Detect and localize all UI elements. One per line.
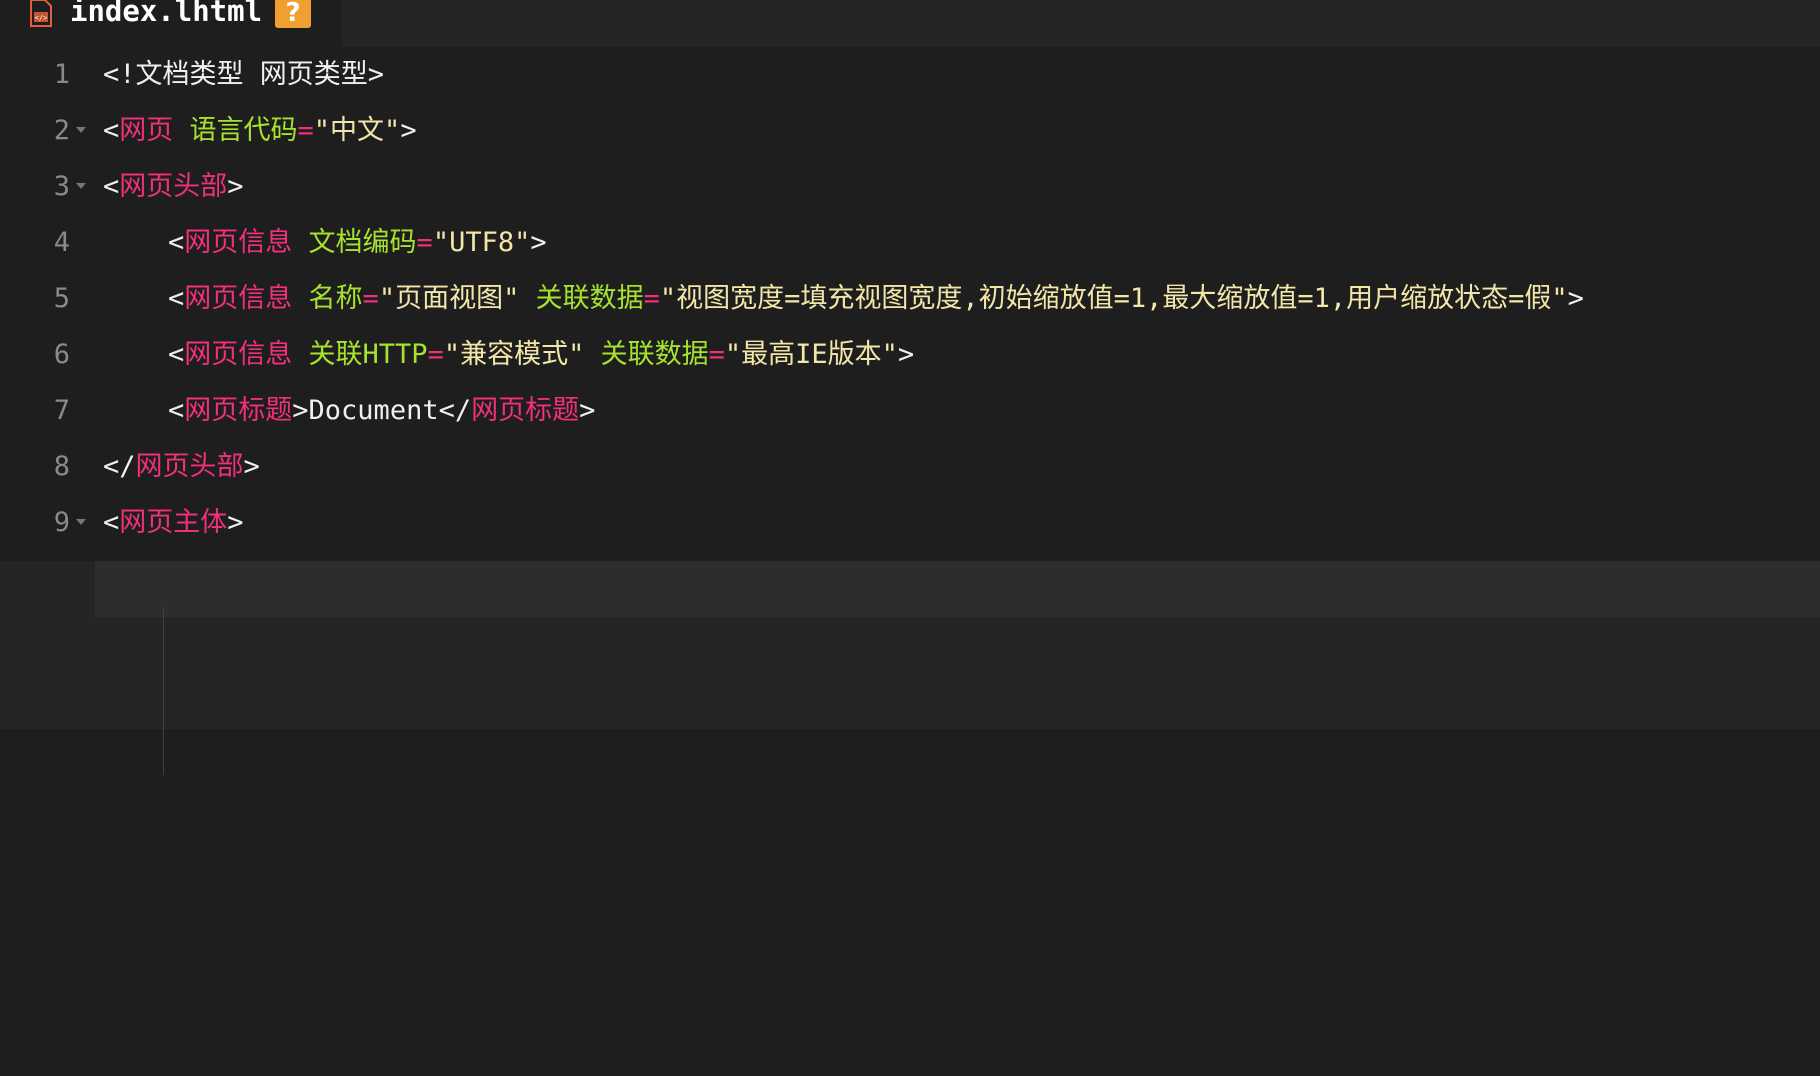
attr-value: "UTF8" bbox=[432, 227, 531, 258]
line-number: 7 bbox=[53, 395, 70, 426]
line-number: 1 bbox=[53, 59, 70, 90]
tag-bracket: < bbox=[103, 339, 185, 370]
code-line: 6 <网页信息 关联HTTP="兼容模式" 关联数据="最高IE版本"> bbox=[0, 327, 1820, 383]
fold-arrow-icon[interactable] bbox=[76, 127, 86, 133]
tag-bracket: < bbox=[103, 115, 120, 146]
tag-bracket: > bbox=[243, 451, 260, 482]
attr-eq: = bbox=[427, 339, 444, 370]
attr-eq: = bbox=[416, 227, 433, 258]
doctype: <!文档类型 网页类型> bbox=[103, 59, 385, 90]
fold-arrow-icon[interactable] bbox=[76, 183, 86, 189]
code-line: 3 <网页头部> bbox=[0, 159, 1820, 215]
line-number: 9 bbox=[53, 507, 70, 538]
tag-name: 网页信息 bbox=[184, 339, 293, 370]
svg-text:</>: </> bbox=[35, 14, 48, 22]
tag-bracket: > bbox=[400, 115, 417, 146]
tag-name: 网页标题 bbox=[471, 395, 580, 426]
tag-bracket: </ bbox=[103, 451, 136, 482]
tag-bracket: > bbox=[227, 507, 244, 538]
tab-index-lhtml[interactable]: </> index.lhtml ? bbox=[0, 0, 342, 47]
tag-bracket: > bbox=[579, 395, 596, 426]
attr-eq: = bbox=[297, 115, 314, 146]
tag-bracket: < bbox=[103, 283, 185, 314]
tab-filename: index.lhtml bbox=[70, 0, 263, 28]
line-number: 8 bbox=[53, 451, 70, 482]
attr-value: "最高IE版本" bbox=[724, 339, 898, 370]
tag-bracket: > bbox=[530, 227, 547, 258]
attr-name: 关联数据 bbox=[519, 283, 644, 314]
tag-name: 网页 bbox=[119, 115, 174, 146]
tab-bar: </> index.lhtml ? bbox=[0, 0, 1820, 47]
line-number: 3 bbox=[53, 171, 70, 202]
tag-name: 网页标题 bbox=[184, 395, 293, 426]
tag-bracket: < bbox=[103, 395, 185, 426]
indent-guide bbox=[163, 607, 164, 775]
attr-eq: = bbox=[708, 339, 725, 370]
code-line: 9 <网页主体> bbox=[0, 495, 1820, 551]
code-line: 4 <网页信息 文档编码="UTF8"> bbox=[0, 215, 1820, 271]
line-number: 4 bbox=[53, 227, 70, 258]
fold-arrow-icon[interactable] bbox=[76, 519, 86, 525]
unsaved-badge[interactable]: ? bbox=[275, 0, 311, 28]
title-text: >Document</ bbox=[292, 395, 472, 426]
tag-bracket: < bbox=[103, 227, 185, 258]
line-number: 6 bbox=[53, 339, 70, 370]
tag-name: 网页信息 bbox=[184, 227, 293, 258]
code-line: 1 <!文档类型 网页类型> bbox=[0, 47, 1820, 103]
attr-name: 语言代码 bbox=[173, 115, 298, 146]
tag-name: 网页头部 bbox=[119, 171, 228, 202]
code-line: 2 <网页 语言代码="中文"> bbox=[0, 103, 1820, 159]
tag-name: 网页头部 bbox=[135, 451, 244, 482]
attr-name: 关联HTTP bbox=[292, 339, 428, 370]
code-editor[interactable]: 1 <!文档类型 网页类型> 2 <网页 语言代码="中文"> 3 <网页头部>… bbox=[0, 47, 1820, 1057]
tag-bracket: > bbox=[227, 171, 244, 202]
attr-name: 关联数据 bbox=[584, 339, 709, 370]
line-number: 2 bbox=[53, 115, 70, 146]
attr-value: "中文" bbox=[313, 115, 401, 146]
attr-value: "视图宽度=填充视图宽度,初始缩放值=1,最大缩放值=1,用户缩放状态=假" bbox=[659, 283, 1568, 314]
attr-name: 名称 bbox=[292, 283, 363, 314]
attr-value: "页面视图" bbox=[378, 283, 520, 314]
line-number: 5 bbox=[53, 283, 70, 314]
tag-bracket: > bbox=[897, 339, 915, 370]
editor-window: </> index.lhtml ? 1 <!文档类型 网页类型> 2 <网页 语… bbox=[0, 0, 1820, 1076]
html-file-icon: </> bbox=[30, 0, 52, 27]
tag-bracket: < bbox=[103, 507, 120, 538]
attr-value: "兼容模式" bbox=[443, 339, 585, 370]
attr-eq: = bbox=[643, 283, 660, 314]
code-line: 5 <网页信息 名称="页面视图" 关联数据="视图宽度=填充视图宽度,初始缩放… bbox=[0, 271, 1820, 327]
code-line: 7 <网页标题>Document</网页标题> bbox=[0, 383, 1820, 439]
code-line: 8 </网页头部> bbox=[0, 439, 1820, 495]
tag-name: 网页主体 bbox=[119, 507, 228, 538]
tag-name: 网页信息 bbox=[184, 283, 293, 314]
attr-eq: = bbox=[362, 283, 379, 314]
tag-bracket: > bbox=[1567, 283, 1584, 314]
attr-name: 文档编码 bbox=[292, 227, 417, 258]
tag-bracket: < bbox=[103, 171, 120, 202]
